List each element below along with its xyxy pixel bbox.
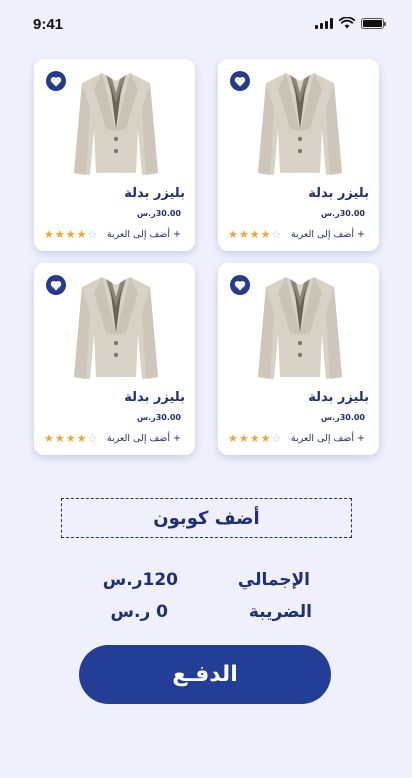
star-icon: ★ [54, 228, 65, 241]
status-time: 9:41 [33, 16, 64, 33]
status-bar: 9:41 [0, 0, 412, 48]
star-icon: ★ [260, 432, 271, 445]
product-card[interactable]: بليزر بدلة 30.00ر.س + أضف إلى العربة ★ ★ ★… [34, 263, 195, 455]
star-icon: ★ [238, 432, 249, 445]
add-to-cart-link[interactable]: + أضف إلى العربة [291, 433, 365, 444]
product-image [258, 73, 342, 175]
star-icon: ★ [260, 228, 271, 241]
add-coupon-button[interactable]: أضف كوبون [61, 498, 352, 538]
product-price: 30.00ر.س [321, 413, 365, 422]
heart-icon[interactable] [230, 275, 250, 295]
star-icon: ★ [228, 432, 238, 445]
heart-icon[interactable] [46, 71, 66, 91]
product-image [258, 277, 342, 379]
add-to-cart-link[interactable]: + أضف إلى العربة [107, 229, 181, 240]
star-icon: ★ [249, 228, 260, 241]
cart-screen: 9:41 بليزر بدلة 30.00ر.س + أضف إلى العرب… [0, 0, 412, 778]
star-icon: ★ [44, 228, 54, 241]
rating-stars: ★ ★ ★ ★ ☆ [228, 433, 281, 445]
wifi-icon [339, 17, 355, 29]
total-label: الإجمالي [237, 570, 310, 590]
signal-icon [315, 17, 333, 29]
total-value: 120ر.س [102, 570, 178, 590]
star-icon: ★ [228, 228, 238, 241]
rating-stars: ★ ★ ★ ★ ☆ [44, 433, 97, 445]
heart-icon[interactable] [230, 71, 250, 91]
product-image [74, 73, 158, 175]
add-to-cart-link[interactable]: + أضف إلى العربة [291, 229, 365, 240]
heart-icon[interactable] [46, 275, 66, 295]
rating-stars: ★ ★ ★ ★ ☆ [228, 229, 281, 241]
tax-label: الضريبة [248, 602, 312, 622]
product-name: بليزر بدلة [308, 186, 369, 201]
star-icon: ★ [65, 228, 76, 241]
star-icon: ☆ [271, 432, 282, 445]
status-icons [315, 17, 386, 29]
product-price: 30.00ر.س [321, 209, 365, 218]
star-icon: ☆ [87, 432, 98, 445]
product-card[interactable]: بليزر بدلة 30.00ر.س + أضف إلى العربة ★ ★ ★… [218, 59, 379, 251]
battery-icon [361, 17, 386, 29]
product-card[interactable]: بليزر بدلة 30.00ر.س + أضف إلى العربة ★ ★ ★… [34, 59, 195, 251]
product-name: بليزر بدلة [124, 390, 185, 405]
tax-value: 0 ر.س [110, 602, 168, 622]
star-icon: ☆ [271, 228, 282, 241]
star-icon: ★ [76, 432, 87, 445]
product-name: بليزر بدلة [308, 390, 369, 405]
add-to-cart-link[interactable]: + أضف إلى العربة [107, 433, 181, 444]
pay-button[interactable]: الدفـع [79, 645, 331, 704]
star-icon: ★ [76, 228, 87, 241]
star-icon: ★ [44, 432, 54, 445]
star-icon: ★ [238, 228, 249, 241]
star-icon: ★ [65, 432, 76, 445]
star-icon: ☆ [87, 228, 98, 241]
star-icon: ★ [249, 432, 260, 445]
product-image [74, 277, 158, 379]
product-price: 30.00ر.س [137, 413, 181, 422]
product-name: بليزر بدلة [124, 186, 185, 201]
product-card[interactable]: بليزر بدلة 30.00ر.س + أضف إلى العربة ★ ★ ★… [218, 263, 379, 455]
star-icon: ★ [54, 432, 65, 445]
product-price: 30.00ر.س [137, 209, 181, 218]
rating-stars: ★ ★ ★ ★ ☆ [44, 229, 97, 241]
